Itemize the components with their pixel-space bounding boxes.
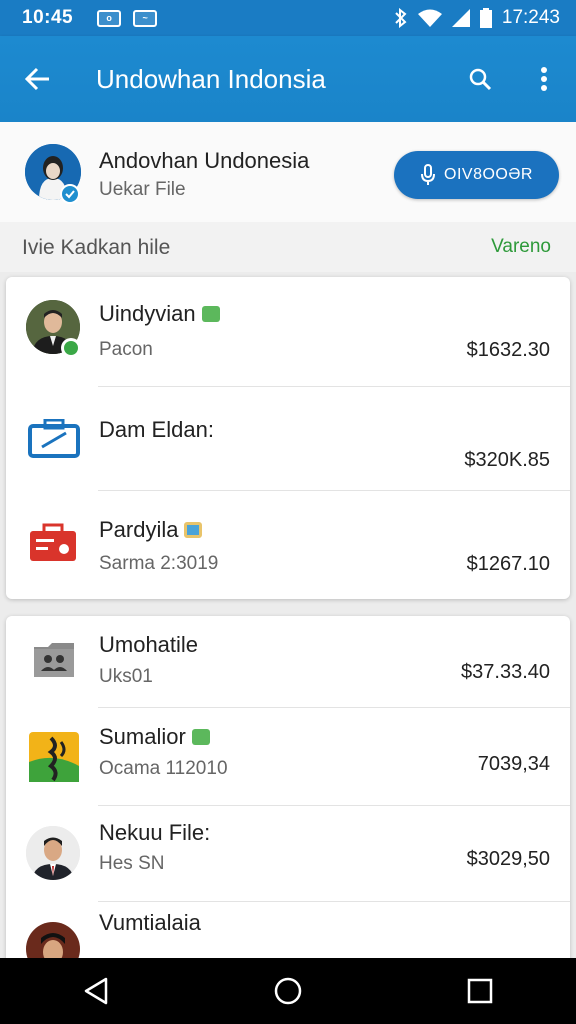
list-item-name-wrap: Sumalior (99, 724, 210, 750)
notification-icon-1: o (97, 9, 122, 27)
list-item-name: Dam Eldan: (99, 417, 214, 442)
list-item-name-wrap: Uindyvian (99, 301, 220, 327)
profile-name: Andovhan Undonesia (99, 148, 310, 173)
microphone-icon (421, 164, 436, 185)
back-button[interactable] (0, 36, 76, 122)
profile-subtitle: Uekar File (99, 179, 186, 200)
list-item-name-wrap: Umohatile (99, 632, 198, 658)
list-item-amount: $1632.30 (466, 339, 550, 361)
tree-app-icon (29, 732, 79, 787)
person-avatar (26, 826, 80, 880)
profile-header: Andovhan Undonesia Uekar File OIV8OOƏR (0, 122, 576, 222)
nav-recents-button[interactable] (450, 961, 510, 1021)
notification-icons: o ~ (97, 9, 158, 27)
app-bar: Undowhan Indonsia (0, 36, 576, 122)
status-time-right: 17:243 (501, 7, 560, 28)
section-link[interactable]: Vareno (491, 236, 551, 258)
list-item-amount: $1267.10 (466, 553, 550, 575)
list-item[interactable]: Pardyila Sarma 2:3019 $1267.10 (6, 491, 570, 599)
section-header: Ivie Kadkan hile Vareno (0, 222, 576, 272)
online-badge-icon (61, 338, 81, 358)
search-button[interactable] (448, 36, 512, 122)
status-bar: 10:45 o ~ 17:243 (0, 0, 576, 36)
list-item-amount: $320K.85 (464, 449, 550, 471)
list-item-name: Nekuu File: (99, 820, 211, 845)
briefcase-icon (28, 418, 80, 464)
list-item-name-wrap: Nekuu File: (99, 820, 210, 846)
list-item-amount: $3029,50 (466, 848, 550, 870)
list-item-name: Vumtialaia (99, 910, 201, 935)
list-item[interactable]: Umohatile Uks01 $37.33.40 (6, 616, 570, 708)
nav-home-button[interactable] (258, 961, 318, 1021)
system-nav-bar (0, 958, 576, 1024)
tag-icon (184, 522, 203, 538)
bluetooth-icon (395, 8, 407, 28)
list-item-subtitle: Sarma 2:3019 (99, 553, 219, 574)
list-item-amount: 7039,34 (477, 753, 550, 775)
more-button[interactable] (512, 36, 576, 122)
tag-icon (191, 729, 210, 745)
list-item-name-wrap: Pardyila (99, 517, 203, 543)
tag-icon (201, 306, 220, 322)
list-item-subtitle: Pacon (99, 339, 153, 360)
list-item[interactable]: Dam Eldan: $320K.85 (6, 387, 570, 491)
voice-button-label: OIV8OOƏR (444, 166, 533, 183)
list-item-subtitle: Ocama 112010 (99, 758, 228, 779)
status-right: 17:243 (394, 7, 560, 29)
list-item[interactable]: Sumalior Ocama 112010 7039,34 (6, 708, 570, 806)
arrow-back-icon (25, 67, 49, 91)
battery-icon (479, 8, 492, 28)
list-item-name: Uindyvian (99, 301, 196, 326)
list-item-name-wrap: Vumtialaia (99, 910, 201, 936)
voice-button[interactable]: OIV8OOƏR (394, 151, 559, 199)
contacts-folder-icon (32, 641, 76, 684)
section-label: Ivie Kadkan hile (22, 236, 171, 259)
nav-home-icon (274, 977, 302, 1005)
nav-back-icon (84, 977, 108, 1005)
verified-badge-icon (60, 184, 80, 204)
nav-back-button[interactable] (66, 961, 126, 1021)
toolbox-icon (28, 523, 78, 568)
list-card-2: Umohatile Uks01 $37.33.40 Sumalior Ocama… (6, 616, 570, 976)
list-item-subtitle: Uks01 (99, 666, 153, 687)
list-card-1: Uindyvian Pacon $1632.30 Dam Eldan: $320… (6, 277, 570, 599)
status-time: 10:45 (22, 7, 74, 28)
list-item-name: Sumalior (99, 724, 186, 749)
list-item-name: Umohatile (99, 632, 199, 657)
page-title: Undowhan Indonsia (96, 63, 326, 94)
wifi-icon (417, 9, 442, 27)
list-item-name-wrap: Dam Eldan: (99, 417, 214, 443)
nav-recents-icon (467, 978, 493, 1004)
list-item-subtitle: Hes SN (99, 853, 165, 874)
notification-icon-2: ~ (133, 9, 158, 27)
signal-icon (451, 9, 470, 27)
list-item-name: Pardyila (99, 517, 179, 542)
list-item-amount: $37.33.40 (461, 661, 550, 683)
search-icon (469, 68, 492, 91)
list-item[interactable]: Nekuu File: Hes SN $3029,50 (6, 806, 570, 902)
more-vert-icon (541, 67, 547, 91)
list-item[interactable]: Uindyvian Pacon $1632.30 (6, 277, 570, 387)
